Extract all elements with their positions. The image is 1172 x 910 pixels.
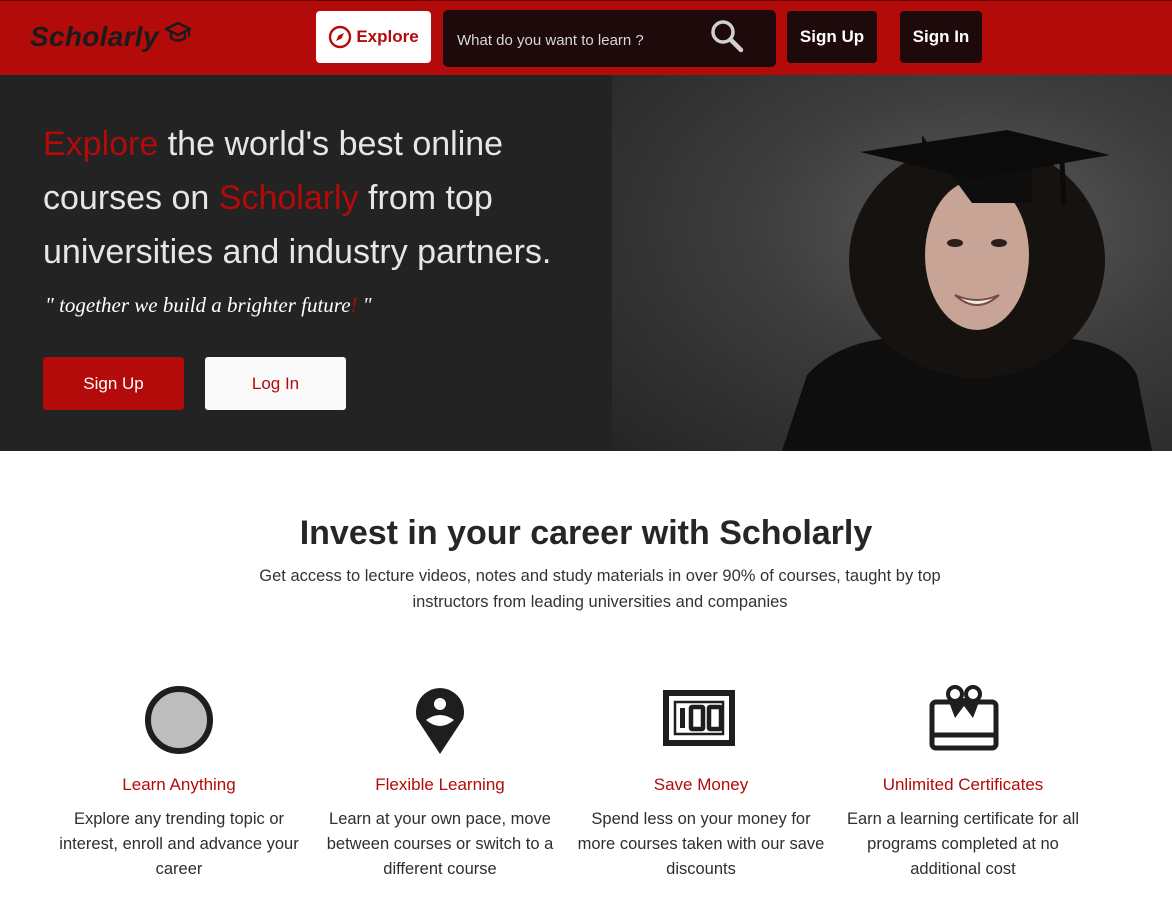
- quote-text: " together we build a brighter future: [45, 293, 351, 317]
- top-navbar: Scholarly Explore Sign Up Sign In: [0, 0, 1172, 75]
- section-title: Invest in your career with Scholarly: [299, 514, 873, 552]
- feature-description: Explore any trending topic or interest, …: [59, 810, 299, 878]
- feature-flexible-learning: Flexible Learning Learn at your own pace…: [315, 682, 565, 882]
- hero-headline: Explore the world's best online courses …: [43, 117, 603, 279]
- feature-title: Flexible Learning: [375, 775, 505, 794]
- quote-close: ": [357, 293, 372, 317]
- section-subtitle: Get access to lecture videos, notes and …: [259, 567, 941, 611]
- hero-graduate-photo: [612, 75, 1172, 451]
- explore-button-label: Explore: [356, 27, 419, 46]
- feature-description: Earn a learning certificate for all prog…: [846, 810, 1080, 878]
- headline-brand: Scholarly: [218, 179, 359, 217]
- compass-icon: [329, 25, 352, 49]
- hero-quote: " together we build a brighter future! ": [45, 293, 372, 318]
- money-100-icon: [663, 690, 735, 746]
- nav-signin-button[interactable]: Sign In: [900, 11, 982, 63]
- search-icon[interactable]: [710, 19, 744, 53]
- brand-logo[interactable]: Scholarly: [30, 21, 159, 53]
- feature-description: Learn at your own pace, move between cou…: [326, 810, 554, 878]
- map-pin-icon: [416, 688, 464, 754]
- quote-exclamation: !: [350, 293, 358, 317]
- circle-icon: [145, 686, 213, 754]
- feature-title: Save Money: [653, 775, 749, 794]
- feature-learn-anything: Learn Anything Explore any trending topi…: [54, 682, 304, 882]
- explore-button[interactable]: Explore: [316, 11, 431, 63]
- gift-card-icon: [929, 685, 999, 751]
- feature-unlimited-certificates: Unlimited Certificates Earn a learning c…: [838, 682, 1088, 882]
- hero-login-button[interactable]: Log In: [205, 357, 346, 410]
- feature-description: Spend less on your money for more course…: [577, 810, 825, 878]
- hero-section: Explore the world's best online courses …: [0, 75, 1172, 451]
- nav-signup-button[interactable]: Sign Up: [787, 11, 877, 63]
- headline-explore: Explore: [43, 125, 159, 163]
- graduation-cap-icon: [164, 21, 192, 42]
- feature-title: Learn Anything: [122, 775, 236, 794]
- search-input[interactable]: [455, 28, 709, 52]
- graduate-illustration: [782, 130, 1152, 451]
- feature-title: Unlimited Certificates: [882, 775, 1044, 794]
- feature-save-money: Save Money Spend less on your money for …: [576, 682, 826, 882]
- hero-signup-button[interactable]: Sign Up: [43, 357, 184, 410]
